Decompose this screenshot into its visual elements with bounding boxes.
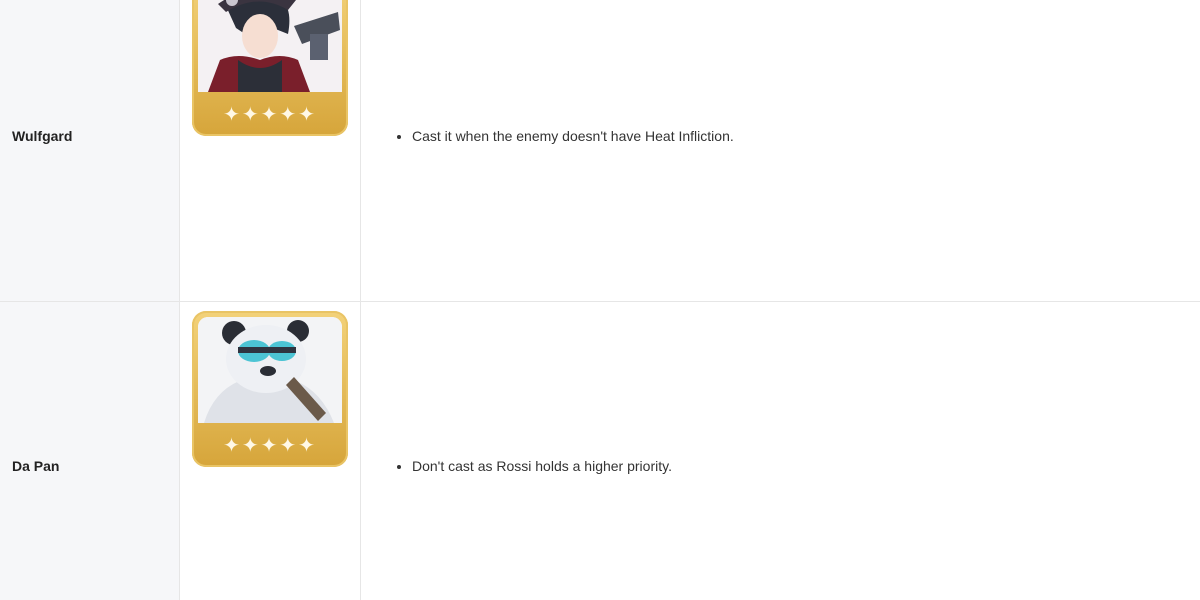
notes-cell: Don't cast as Rossi holds a higher prior… (362, 302, 1200, 600)
rarity-stars: ✦✦✦✦✦ (223, 102, 317, 126)
name-cell: Da Pan (0, 302, 180, 600)
character-name: Wulfgard (12, 128, 73, 144)
character-card[interactable]: ✦✦✦✦✦ (192, 0, 348, 136)
notes-list: Don't cast as Rossi holds a higher prior… (398, 458, 672, 474)
avatar-cell: ✦✦✦✦✦ (181, 302, 361, 600)
name-cell: Wulfgard (0, 0, 180, 301)
avatar-cell: ✦✦✦✦✦ (181, 0, 361, 301)
character-card[interactable]: ✦✦✦✦✦ (192, 311, 348, 467)
table-row: Wulfgard ✦✦✦✦✦ • Cast it when the enemy … (0, 0, 1200, 302)
da-pan-portrait-icon (198, 317, 342, 423)
wulfgard-portrait-icon (198, 0, 342, 92)
character-table: Wulfgard ✦✦✦✦✦ • Cast it when the enemy … (0, 0, 1200, 600)
rarity-stars: ✦✦✦✦✦ (223, 433, 317, 457)
notes-list: Cast it when the enemy doesn't have Heat… (398, 128, 734, 144)
list-item: Cast it when the enemy doesn't have Heat… (412, 128, 734, 144)
character-name: Da Pan (12, 458, 60, 474)
table-row: Da Pan ✦✦✦✦✦ • Don't cast as Rossi holds… (0, 302, 1200, 600)
notes-cell: Cast it when the enemy doesn't have Heat… (362, 0, 1200, 301)
list-item: Don't cast as Rossi holds a higher prior… (412, 458, 672, 474)
